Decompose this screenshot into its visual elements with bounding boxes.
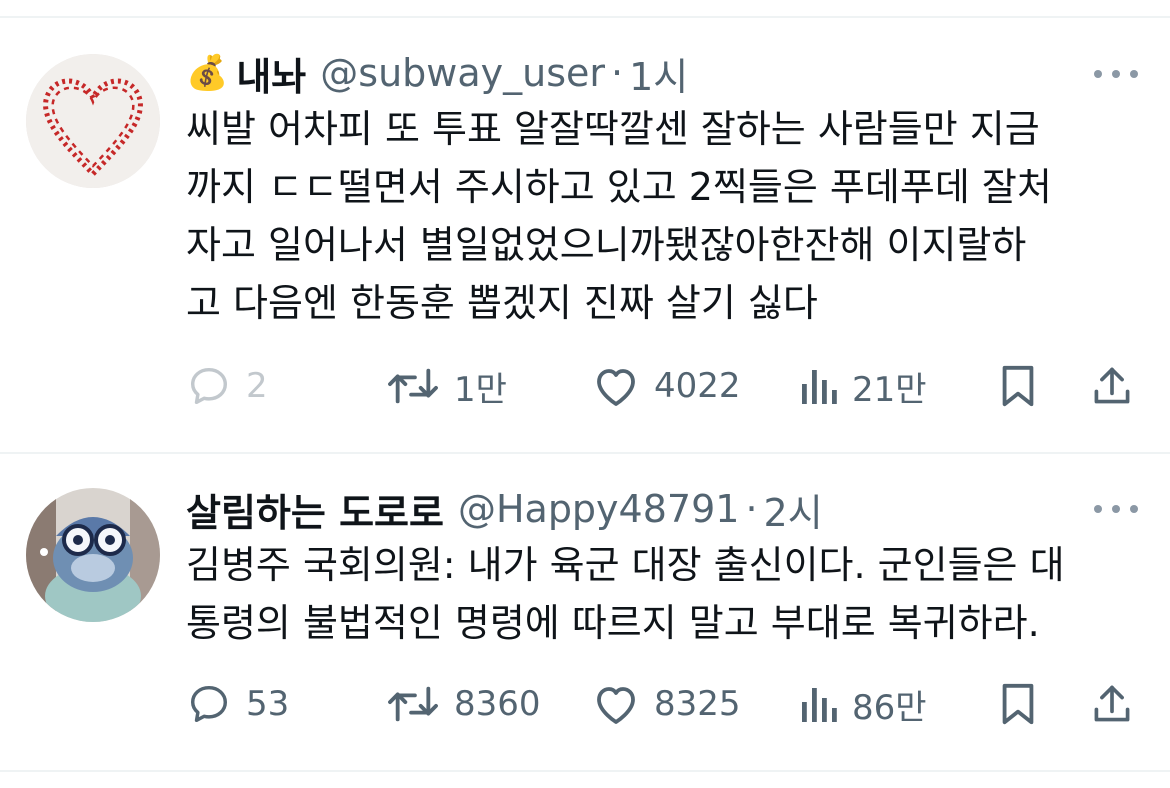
reply-count: 53	[246, 684, 290, 724]
tweet-text-line: 씨발 어차피 또 투표 알잘딱깔센 잘하는 사람들만 지금	[186, 107, 1040, 151]
view-count: 86만	[852, 687, 927, 728]
tweet-header: 💰 내놔 @subway_user · 1시	[186, 46, 688, 101]
tweet-header: 살림하는 도로로 @Happy48791 · 2시	[186, 482, 823, 537]
view-count: 21만	[852, 369, 927, 410]
bookmark-icon	[1002, 365, 1034, 407]
upload-share-icon	[1094, 367, 1130, 404]
timestamp[interactable]: 2시	[764, 482, 823, 537]
dot	[1130, 70, 1138, 78]
user-handle[interactable]: @subway_user	[320, 51, 605, 95]
reply-button[interactable]: 2	[186, 356, 268, 416]
avatar[interactable]	[26, 488, 160, 622]
retweet-arrows-icon	[388, 368, 438, 404]
retweet-button[interactable]: 8360	[386, 674, 541, 734]
share-button[interactable]	[1090, 674, 1134, 734]
reply-button[interactable]: 53	[186, 674, 289, 734]
dot	[1112, 505, 1120, 513]
tweet-divider	[0, 452, 1170, 454]
dot	[1112, 70, 1120, 78]
money-bag-icon: 💰	[186, 53, 229, 93]
speech-bubble-icon	[190, 367, 228, 405]
dot	[1130, 505, 1138, 513]
tweet-text-line: 통령의 불법적인 명령에 따르지 말고 부대로 복귀하라.	[186, 601, 1040, 645]
retweet-count: 8360	[454, 684, 541, 724]
retweet-arrows-icon	[388, 686, 438, 722]
heart-outline-icon	[597, 687, 635, 724]
retweet-count: 1만	[454, 369, 507, 410]
upload-share-icon	[1094, 685, 1130, 722]
heart-outline-icon	[597, 369, 635, 406]
display-name[interactable]: 내놔	[236, 46, 306, 101]
tweet-text-line: 까지 ㄷㄷ떨면서 주시하고 있고 2찍들은 푸데푸데 잘처	[186, 165, 1052, 209]
like-button[interactable]: 4022	[592, 356, 741, 416]
dot	[1094, 70, 1102, 78]
retweet-button[interactable]: 1만	[386, 356, 507, 416]
display-name[interactable]: 살림하는 도로로	[186, 482, 444, 537]
avatar[interactable]	[26, 54, 160, 188]
tweet-text-line: 자고 일어나서 별일없었으니까됐잖아한잔해 이지랄하	[186, 223, 1027, 267]
timestamp[interactable]: 1시	[629, 46, 688, 101]
user-handle[interactable]: @Happy48791	[458, 487, 739, 531]
bookmark-button[interactable]	[998, 674, 1038, 734]
bookmark-icon	[1002, 683, 1034, 725]
bottom-divider	[0, 770, 1170, 772]
tweet-text-line: 고 다음엔 한동훈 뽑겠지 진짜 살기 싫다	[186, 281, 818, 325]
more-options-icon[interactable]	[1094, 497, 1138, 521]
speech-bubble-icon	[190, 685, 228, 723]
tweet-text-line: 김병주 국회의원: 내가 육군 대장 출신이다. 군인들은 대	[186, 543, 1065, 587]
more-options-icon[interactable]	[1094, 62, 1138, 86]
action-bar: 53 8360 8325 86만	[0, 674, 1170, 734]
views-button[interactable]: 86만	[798, 674, 927, 734]
like-button[interactable]: 8325	[592, 674, 741, 734]
separator: ·	[611, 51, 624, 95]
tweet-text: 씨발 어차피 또 투표 알잘딱깔센 잘하는 사람들만 지금 까지 ㄷㄷ떨면서 주…	[186, 100, 1136, 332]
bookmark-button[interactable]	[998, 356, 1038, 416]
views-button[interactable]: 21만	[798, 356, 927, 416]
tweet-text: 김병주 국회의원: 내가 육군 대장 출신이다. 군인들은 대 통령의 불법적인…	[186, 536, 1136, 652]
blue-frog-character-icon	[26, 488, 160, 622]
top-divider	[0, 16, 1170, 18]
like-count: 8325	[654, 684, 741, 724]
baseball-heart-icon	[26, 54, 160, 188]
bar-chart-icon	[802, 688, 837, 722]
like-count: 4022	[654, 366, 741, 406]
action-bar: 2 1만 4022 21만	[0, 356, 1170, 416]
reply-count: 2	[246, 366, 268, 406]
bar-chart-icon	[802, 370, 837, 404]
share-button[interactable]	[1090, 356, 1134, 416]
separator: ·	[745, 487, 758, 531]
dot	[1094, 505, 1102, 513]
